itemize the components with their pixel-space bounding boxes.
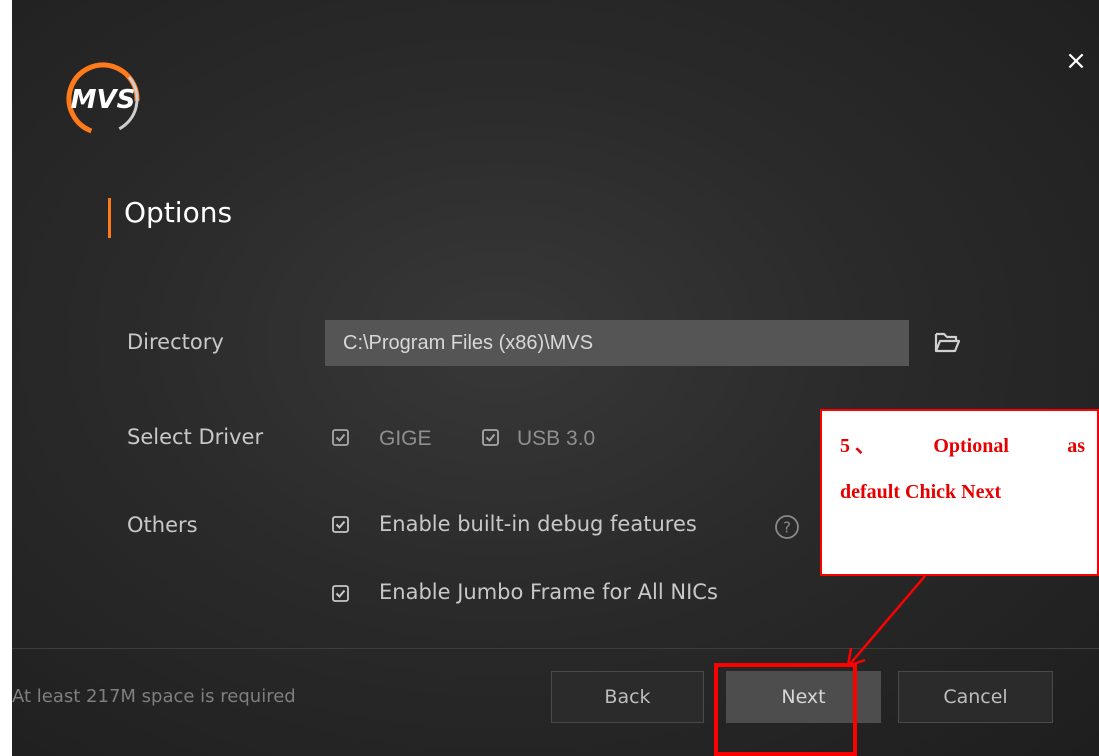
callout-step-number: 5 、 <box>840 435 875 457</box>
installer-window: × MVS Options Directory Select Driver GI… <box>12 0 1099 756</box>
callout-line2: default Chick Next <box>840 481 1002 503</box>
close-icon: × <box>1065 46 1087 76</box>
select-driver-label: Select Driver <box>127 425 264 449</box>
next-button-highlight <box>714 663 857 756</box>
title-accent-bar <box>108 198 111 238</box>
mvs-logo: MVS <box>66 62 140 136</box>
footer-divider <box>12 648 1099 649</box>
usb3-checkbox[interactable] <box>482 429 499 446</box>
gige-label: GIGE <box>379 427 432 450</box>
back-button[interactable]: Back <box>551 671 704 723</box>
page-title: Options <box>124 196 233 229</box>
cancel-button[interactable]: Cancel <box>898 671 1053 723</box>
close-button[interactable]: × <box>1063 48 1089 74</box>
directory-label: Directory <box>127 330 224 354</box>
debug-features-checkbox[interactable] <box>332 516 349 533</box>
jumbo-frame-label: Enable Jumbo Frame for All NICs <box>379 580 718 604</box>
callout-word-optional: Optional <box>933 435 1009 457</box>
directory-input[interactable] <box>325 320 909 366</box>
debug-features-label: Enable built-in debug features <box>379 512 697 536</box>
svg-text:?: ? <box>783 519 791 537</box>
jumbo-frame-checkbox[interactable] <box>332 585 349 602</box>
instruction-callout: 5 、 Optional as default Chick Next <box>820 409 1099 576</box>
usb3-label: USB 3.0 <box>517 427 596 450</box>
gige-checkbox[interactable] <box>332 429 349 446</box>
question-circle-icon[interactable]: ? <box>773 513 801 541</box>
callout-word-as: as <box>1067 435 1085 457</box>
space-requirement-text: At least 217M space is required <box>12 686 296 707</box>
others-label: Others <box>127 513 198 537</box>
folder-open-icon[interactable] <box>932 327 962 357</box>
logo-text: MVS <box>71 85 136 115</box>
